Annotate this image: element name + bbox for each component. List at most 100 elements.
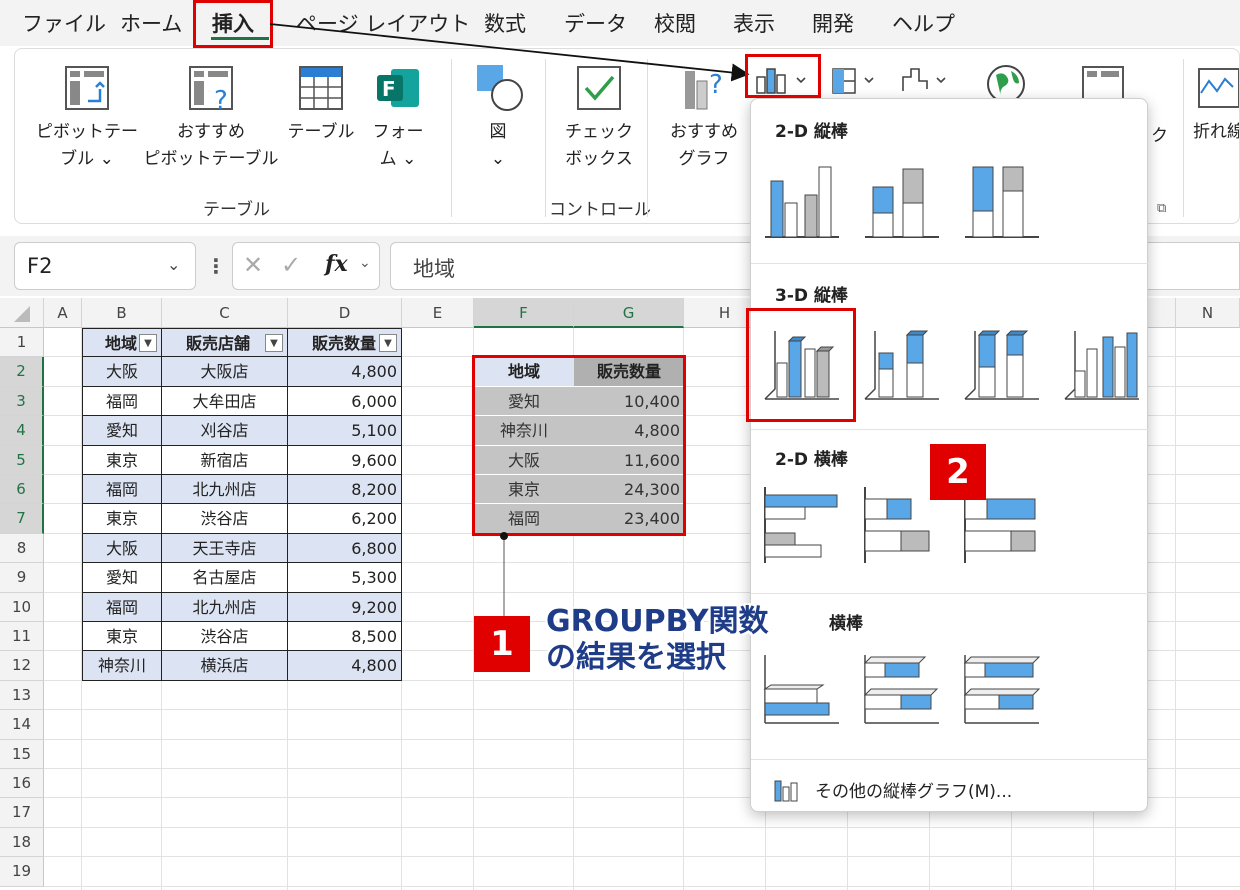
table-cell[interactable]: 5,300 (288, 563, 402, 593)
column-header[interactable]: G (574, 298, 684, 328)
table-cell[interactable]: 東京 (82, 504, 162, 534)
chevron-down-icon[interactable]: ⌄ (359, 255, 371, 271)
clustered-column-option[interactable] (759, 157, 843, 241)
table-header-cell[interactable]: 地域 ▼ (82, 328, 162, 358)
table-cell[interactable]: 6,800 (288, 533, 402, 564)
select-all-corner[interactable] (0, 298, 44, 328)
hierarchy-chart-button[interactable] (825, 63, 889, 97)
menu-developer[interactable]: 開発 (812, 8, 854, 38)
row-header[interactable]: 10 (0, 592, 44, 622)
menu-review[interactable]: 校閲 (654, 8, 696, 38)
insert-function-icon[interactable]: fx (325, 251, 348, 277)
waterfall-chart-button[interactable] (895, 63, 959, 97)
menu-page-layout[interactable]: ページ レイアウト (296, 8, 470, 38)
menu-view[interactable]: 表示 (733, 8, 775, 38)
dialog-launcher-icon[interactable]: ⧉ (1157, 201, 1166, 216)
checkbox-button[interactable]: チェック ボックス (559, 63, 639, 173)
table-cell[interactable]: 北九州店 (162, 592, 288, 622)
menu-formulas[interactable]: 数式 (484, 8, 526, 38)
row-header[interactable]: 5 (0, 445, 44, 475)
table-cell[interactable]: 福岡 (82, 475, 162, 505)
3d-column-option[interactable] (1059, 319, 1143, 403)
more-column-charts-item[interactable]: その他の縦棒グラフ(M)... (773, 775, 1133, 805)
name-box[interactable]: F2 ⌄ (14, 242, 196, 290)
table-cell[interactable]: 東京 (82, 445, 162, 475)
table-cell[interactable]: 天王寺店 (162, 533, 288, 564)
table-cell[interactable]: 6,000 (288, 386, 402, 417)
table-cell[interactable]: 6,200 (288, 504, 402, 534)
row-header[interactable]: 14 (0, 710, 44, 740)
table-cell[interactable]: 渋谷店 (162, 504, 288, 534)
row-header[interactable]: 1 (0, 328, 44, 358)
table-button[interactable]: テーブル (283, 63, 359, 146)
row-header[interactable]: 19 (0, 857, 44, 887)
100-stacked-column-option[interactable] (959, 157, 1043, 241)
row-header[interactable]: 2 (0, 357, 44, 387)
forms-button[interactable]: F フォー ム ⌄ (365, 63, 431, 173)
row-header[interactable]: 7 (0, 504, 44, 534)
stacked-column-option[interactable] (859, 157, 943, 241)
column-header[interactable]: A (44, 298, 82, 328)
column-header[interactable]: B (82, 298, 162, 328)
table-cell[interactable]: 大阪店 (162, 357, 288, 387)
table-header-cell[interactable]: 販売数量 ▼ (288, 328, 402, 358)
menu-file[interactable]: ファイル (22, 8, 106, 38)
table-cell[interactable]: 大牟田店 (162, 386, 288, 417)
3d-stacked-bar-option[interactable] (859, 651, 943, 735)
3d-100-stacked-column-option[interactable] (959, 319, 1043, 403)
menu-data[interactable]: データ (564, 8, 627, 38)
filter-dropdown-icon[interactable]: ▼ (139, 334, 157, 352)
recommended-charts-button[interactable]: ? おすすめ グラフ (663, 63, 745, 173)
table-cell[interactable]: 大阪 (82, 357, 162, 387)
row-header[interactable]: 6 (0, 475, 44, 505)
table-cell[interactable]: 横浜店 (162, 651, 288, 681)
table-cell[interactable]: 愛知 (82, 416, 162, 446)
filter-dropdown-icon[interactable]: ▼ (265, 334, 283, 352)
row-header[interactable]: 8 (0, 533, 44, 564)
table-cell[interactable]: 9,600 (288, 445, 402, 475)
table-cell[interactable]: 大阪 (82, 533, 162, 564)
row-header[interactable]: 9 (0, 563, 44, 593)
table-cell[interactable]: 福岡 (82, 386, 162, 417)
column-header[interactable]: D (288, 298, 402, 328)
more-options-icon[interactable]: ⋮ (206, 254, 226, 278)
table-cell[interactable]: 9,200 (288, 592, 402, 622)
clustered-bar-option[interactable] (759, 483, 843, 567)
table-cell[interactable]: 愛知 (82, 563, 162, 593)
row-header[interactable]: 11 (0, 622, 44, 652)
check-icon[interactable]: ✓ (281, 251, 301, 279)
column-header[interactable]: F (474, 298, 574, 328)
recommended-pivot-button[interactable]: ? おすすめ ピボットテーブル (143, 63, 279, 173)
row-header[interactable]: 12 (0, 651, 44, 681)
table-cell[interactable]: 北九州店 (162, 475, 288, 505)
table-cell[interactable]: 神奈川 (82, 651, 162, 681)
row-header[interactable]: 18 (0, 827, 44, 858)
chevron-down-icon[interactable]: ⌄ (167, 255, 180, 274)
menu-home[interactable]: ホーム (120, 8, 182, 38)
column-header[interactable]: E (402, 298, 474, 328)
3d-stacked-column-option[interactable] (859, 319, 943, 403)
table-cell[interactable]: 4,800 (288, 357, 402, 387)
table-cell[interactable]: 刈谷店 (162, 416, 288, 446)
table-cell[interactable]: 東京 (82, 622, 162, 652)
column-header[interactable]: N (1176, 298, 1240, 328)
table-cell[interactable]: 福岡 (82, 592, 162, 622)
row-header[interactable]: 17 (0, 798, 44, 828)
row-header[interactable]: 16 (0, 769, 44, 799)
table-cell[interactable]: 新宿店 (162, 445, 288, 475)
line-sparkline-button[interactable]: 折れ線 (1193, 63, 1239, 146)
row-header[interactable]: 3 (0, 386, 44, 417)
column-header[interactable]: C (162, 298, 288, 328)
row-header[interactable]: 4 (0, 416, 44, 446)
table-cell[interactable]: 4,800 (288, 651, 402, 681)
row-header[interactable]: 15 (0, 739, 44, 769)
filter-dropdown-icon[interactable]: ▼ (379, 334, 397, 352)
row-header[interactable]: 13 (0, 680, 44, 711)
table-cell[interactable]: 5,100 (288, 416, 402, 446)
3d-clustered-bar-option[interactable] (759, 651, 843, 735)
table-cell[interactable]: 名古屋店 (162, 563, 288, 593)
pivot-table-button[interactable]: ピボットテー ブル ⌄ (35, 63, 139, 173)
cancel-icon[interactable]: ✕ (243, 251, 263, 279)
menu-help[interactable]: ヘルプ (892, 8, 955, 38)
table-cell[interactable]: 8,500 (288, 622, 402, 652)
